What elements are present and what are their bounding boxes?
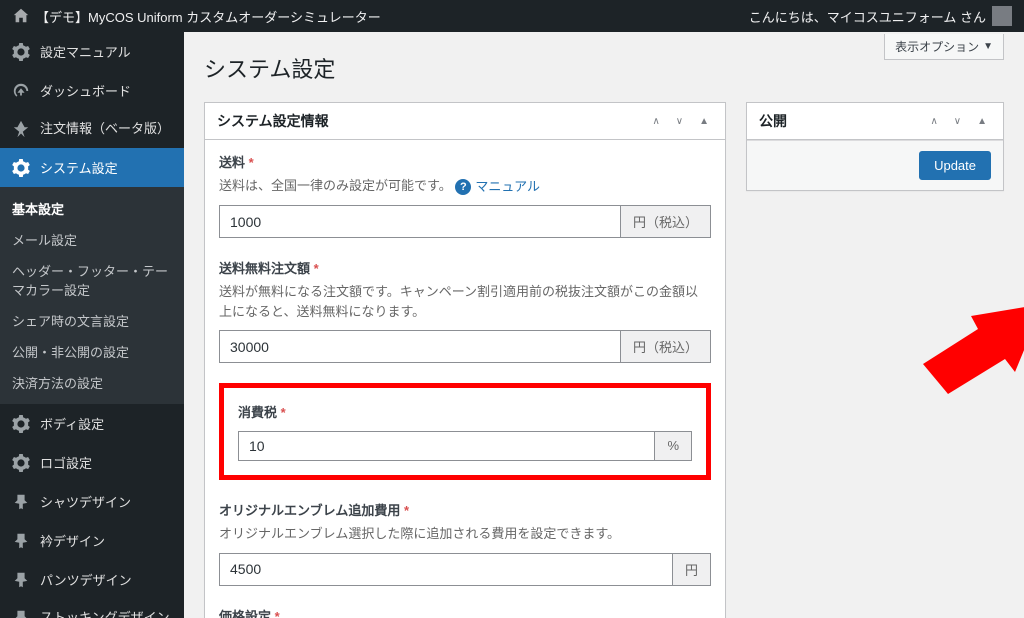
gear-icon: [12, 159, 30, 177]
pin-icon: [12, 532, 30, 550]
sidebar-subitem-mail[interactable]: メール設定: [0, 224, 184, 255]
price-field: 価格設定 * 税込に設定された場合は、設定された商品価格、オプション価格等を、税…: [219, 606, 711, 618]
sidebar-item-label: ロゴ設定: [40, 453, 92, 472]
chevron-down-icon: ▼: [983, 41, 993, 52]
sidebar-subitem-share[interactable]: シェア時の文言設定: [0, 305, 184, 336]
pin-icon: [12, 571, 30, 589]
help-icon: ?: [455, 179, 471, 195]
emblem-input[interactable]: [219, 553, 673, 586]
site-title[interactable]: 【デモ】MyCOS Uniform カスタムオーダーシミュレーター: [36, 7, 381, 26]
tax-input[interactable]: [238, 431, 655, 461]
manual-link[interactable]: ?マニュアル: [455, 177, 540, 197]
home-icon[interactable]: [12, 7, 30, 25]
sidebar-item-label: ダッシュボード: [40, 81, 131, 100]
collapse-icon[interactable]: ▲: [695, 112, 713, 131]
sidebar-subitem-theme[interactable]: ヘッダー・フッター・テーマカラー設定: [0, 255, 184, 305]
sidebar-item-label: ストッキングデザイン: [40, 609, 170, 618]
suffix-yen-tax: 円（税込）: [621, 330, 711, 363]
sidebar-subitem-publish[interactable]: 公開・非公開の設定: [0, 336, 184, 367]
sidebar-item-dashboard[interactable]: ダッシュボード: [0, 71, 184, 110]
gear-icon: [12, 415, 30, 433]
sidebar-item-body[interactable]: ボディ設定: [0, 404, 184, 443]
publish-title: 公開: [759, 111, 787, 131]
sidebar-item-logo[interactable]: ロゴ設定: [0, 443, 184, 482]
suffix-yen-tax: 円（税込）: [621, 205, 711, 238]
sidebar-item-label: 設定マニュアル: [40, 42, 131, 61]
pin-icon: [12, 609, 30, 618]
sidebar-subitem-payment[interactable]: 決済方法の設定: [0, 367, 184, 398]
sidebar-item-stocking[interactable]: ストッキングデザイン: [0, 599, 184, 618]
pin-icon: [12, 120, 30, 138]
sidebar-item-label: システム設定: [40, 158, 118, 177]
avatar: [992, 6, 1012, 26]
admin-bar: 【デモ】MyCOS Uniform カスタムオーダーシミュレーター こんにちは、…: [0, 0, 1024, 32]
sidebar-item-orders[interactable]: 注文情報（ベータ版）: [0, 110, 184, 148]
emblem-field: オリジナルエンブレム追加費用 * オリジナルエンブレム選択した際に追加される費用…: [219, 500, 711, 585]
publish-box: 公開 ∧ ∨ ▲ Update: [746, 102, 1004, 191]
suffix-yen: 円: [673, 553, 711, 586]
free-shipping-field: 送料無料注文額 * 送料が無料になる注文額です。キャンペーン割引適用前の税抜注文…: [219, 258, 711, 363]
gear-icon: [12, 454, 30, 472]
tax-field-highlighted: 消費税 * %: [219, 383, 711, 480]
move-up-icon[interactable]: ∧: [648, 112, 663, 131]
account-menu[interactable]: こんにちは、マイコスユニフォーム さん: [749, 6, 1012, 26]
sidebar-item-label: ボディ設定: [40, 414, 104, 433]
collapse-icon[interactable]: ▲: [973, 112, 991, 131]
sidebar-subitem-basic[interactable]: 基本設定: [0, 193, 184, 224]
move-up-icon[interactable]: ∧: [926, 112, 941, 131]
screen-options-button[interactable]: 表示オプション ▼: [884, 34, 1004, 60]
dashboard-icon: [12, 82, 30, 100]
system-settings-box: システム設定情報 ∧ ∨ ▲ 送料 * 送料は、全国一律のみ設定が可能です。: [204, 102, 726, 618]
sidebar-item-label: 衿デザイン: [40, 531, 105, 550]
sidebar-item-pants[interactable]: パンツデザイン: [0, 560, 184, 599]
sidebar-item-label: 注文情報（ベータ版）: [40, 120, 170, 138]
suffix-percent: %: [655, 431, 692, 461]
update-button[interactable]: Update: [919, 151, 991, 180]
sidebar-item-settings-manual[interactable]: 設定マニュアル: [0, 32, 184, 71]
admin-sidebar: 設定マニュアル ダッシュボード 注文情報（ベータ版） システム設定 基本設定 メ…: [0, 32, 184, 618]
sidebar-submenu: 基本設定 メール設定 ヘッダー・フッター・テーマカラー設定 シェア時の文言設定 …: [0, 187, 184, 404]
metabox-title: システム設定情報: [217, 111, 329, 131]
move-down-icon[interactable]: ∨: [672, 112, 687, 131]
sidebar-item-collar[interactable]: 衿デザイン: [0, 521, 184, 560]
sidebar-item-shirt[interactable]: シャツデザイン: [0, 482, 184, 521]
gear-icon: [12, 43, 30, 61]
shipping-input[interactable]: [219, 205, 621, 238]
sidebar-item-label: パンツデザイン: [40, 570, 132, 589]
move-down-icon[interactable]: ∨: [950, 112, 965, 131]
free-shipping-input[interactable]: [219, 330, 621, 363]
sidebar-item-system-settings[interactable]: システム設定: [0, 148, 184, 187]
pin-icon: [12, 493, 30, 511]
sidebar-item-label: シャツデザイン: [40, 492, 131, 511]
shipping-field: 送料 * 送料は、全国一律のみ設定が可能です。 ?マニュアル 円（税込）: [219, 152, 711, 238]
